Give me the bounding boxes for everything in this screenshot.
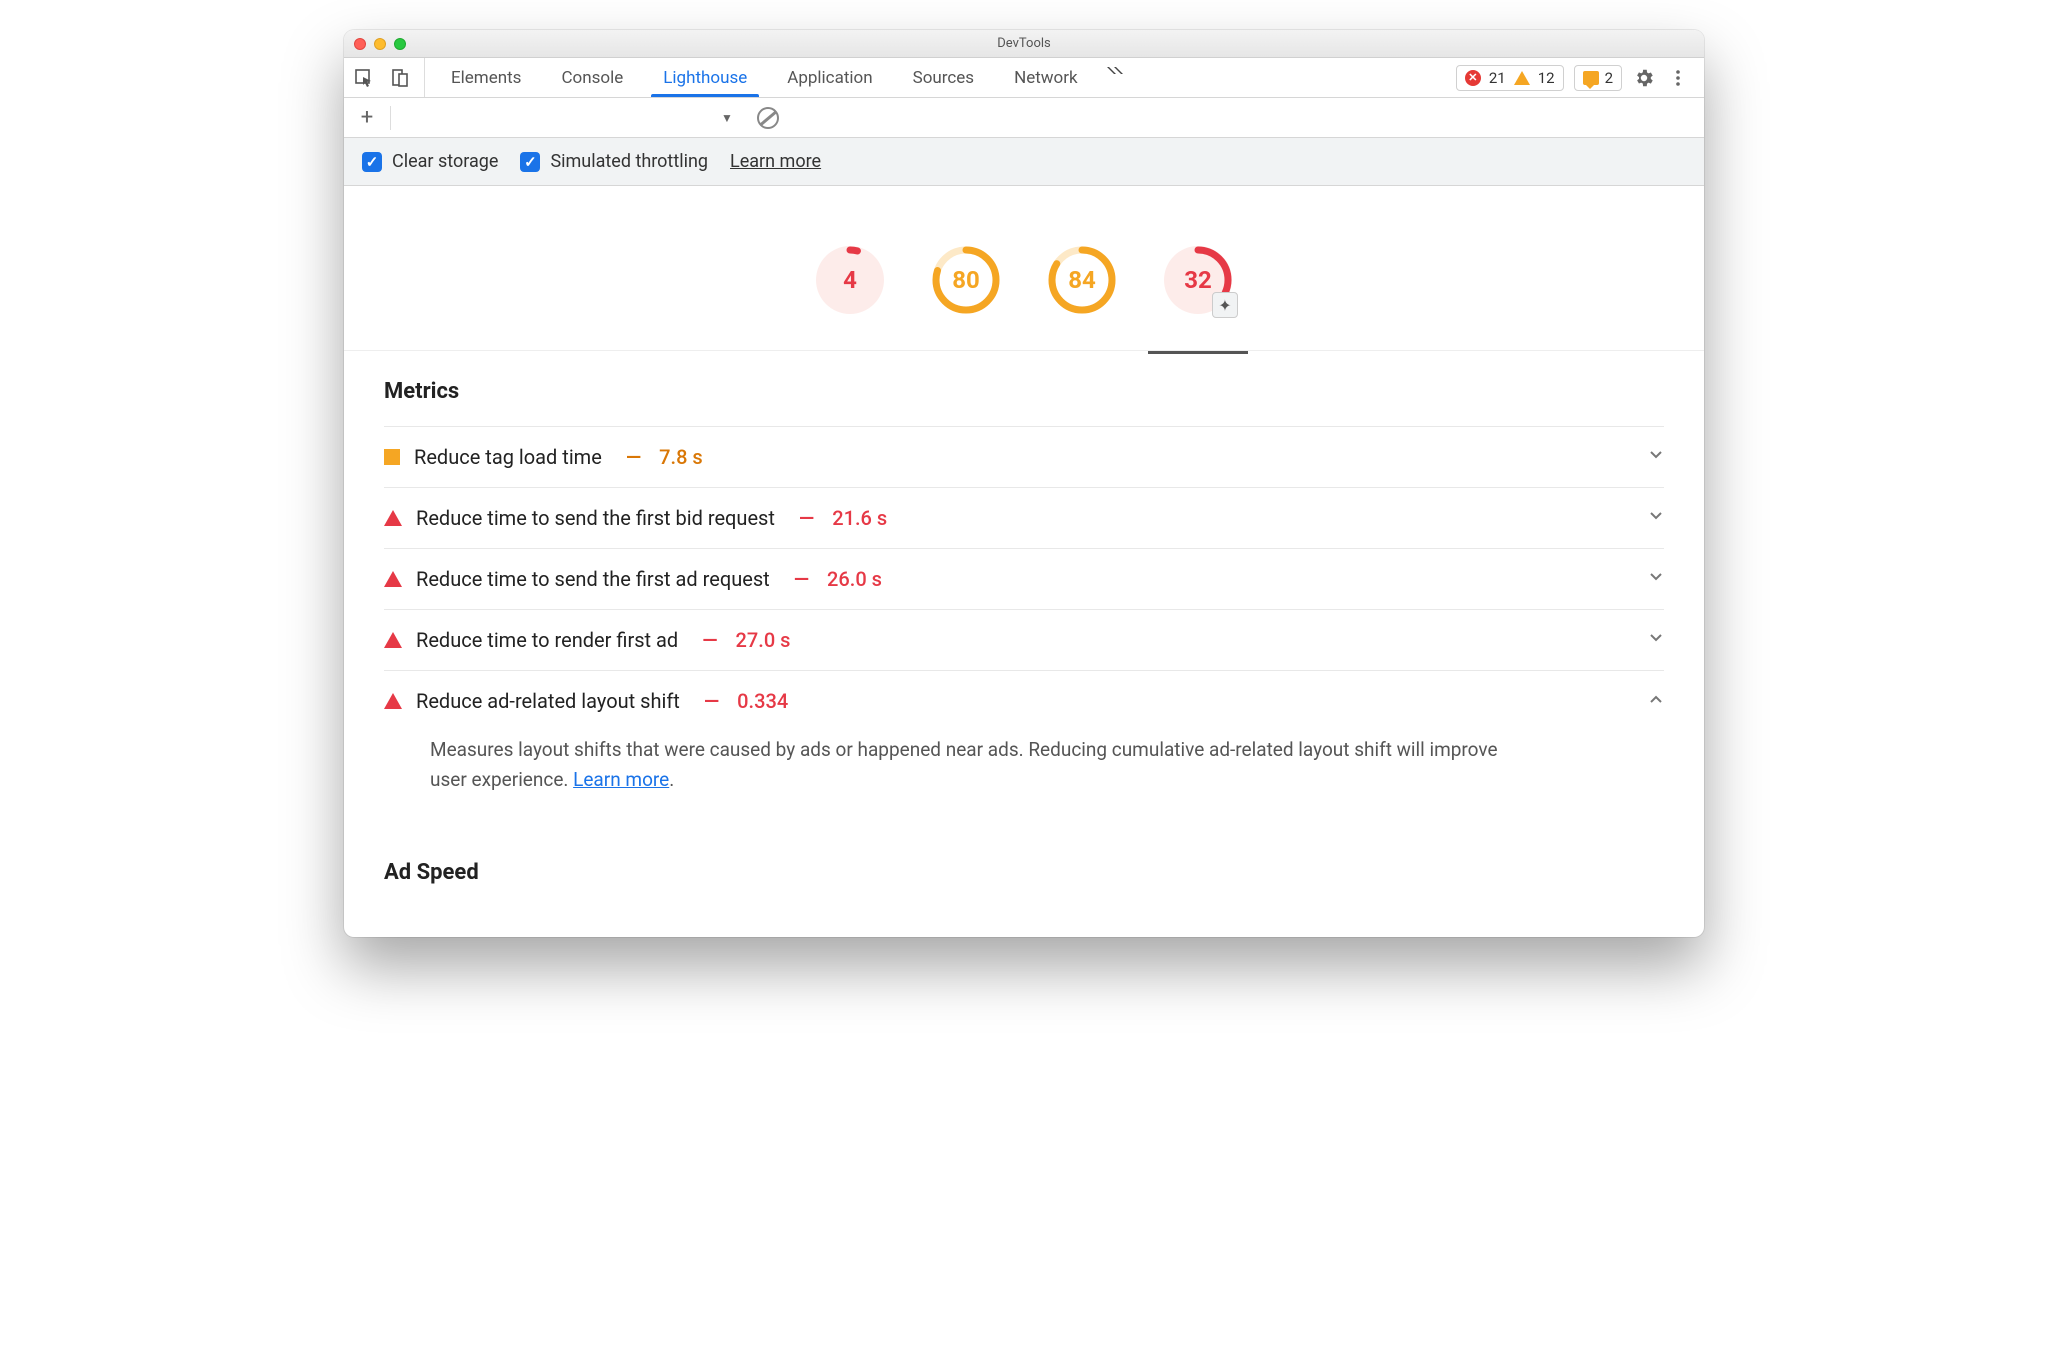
triangle-icon xyxy=(384,571,402,587)
clear-storage-label: Clear storage xyxy=(392,151,498,172)
issues-badge[interactable]: 2 xyxy=(1574,65,1622,91)
simulated-throttling-label: Simulated throttling xyxy=(550,151,708,172)
checkbox-checked-icon: ✓ xyxy=(362,152,382,172)
devtools-window: DevTools ElementsConsoleLighthouseApplic… xyxy=(344,30,1704,937)
window-title: DevTools xyxy=(344,36,1704,51)
warning-icon xyxy=(1514,71,1530,85)
gauge-score: 80 xyxy=(932,246,1000,314)
chevron-down-icon[interactable] xyxy=(1648,630,1664,651)
warning-count: 12 xyxy=(1538,69,1555,87)
chevron-up-icon[interactable] xyxy=(1648,691,1664,712)
inspect-element-icon[interactable] xyxy=(352,66,376,90)
checkbox-checked-icon: ✓ xyxy=(520,152,540,172)
gauge-2[interactable]: 84 xyxy=(1048,246,1116,314)
error-icon: ✕ xyxy=(1465,70,1481,86)
gauge-score: 84 xyxy=(1048,246,1116,314)
gauge-0[interactable]: 4 xyxy=(816,246,884,314)
metric-value: 27.0 s xyxy=(736,628,791,652)
triangle-icon xyxy=(384,510,402,526)
chevron-down-icon[interactable] xyxy=(1648,447,1664,468)
metric-value: 7.8 s xyxy=(659,445,703,469)
clear-icon[interactable] xyxy=(757,107,779,129)
tab-sources[interactable]: Sources xyxy=(893,58,994,97)
tab-elements[interactable]: Elements xyxy=(431,58,541,97)
metric-label: Reduce time to send the first bid reques… xyxy=(416,506,775,530)
metric-row[interactable]: Reduce time to render first ad—27.0 s xyxy=(384,609,1664,670)
ad-speed-heading: Ad Speed xyxy=(384,860,1664,885)
new-report-button[interactable]: + xyxy=(354,105,380,130)
settings-icon[interactable] xyxy=(1632,66,1656,90)
metric-description: Measures layout shifts that were caused … xyxy=(384,731,1504,820)
triangle-icon xyxy=(384,632,402,648)
more-options-icon[interactable] xyxy=(1666,66,1690,90)
report-scroll-area[interactable]: 4 80 84 32✦ Metrics Reduce tag load time—7.… xyxy=(344,186,1704,937)
tab-lighthouse[interactable]: Lighthouse xyxy=(643,58,767,97)
more-tabs-icon[interactable] xyxy=(1104,58,1128,82)
metric-value: 0.334 xyxy=(737,689,788,713)
score-gauges: 4 80 84 32✦ xyxy=(344,186,1704,351)
device-toggle-icon[interactable] xyxy=(388,66,412,90)
lighthouse-toolbar: + ▼ xyxy=(344,98,1704,138)
issues-count: 2 xyxy=(1605,69,1613,87)
gauge-1[interactable]: 80 xyxy=(932,246,1000,314)
learn-more-link[interactable]: Learn more xyxy=(730,151,821,172)
tab-application[interactable]: Application xyxy=(767,58,892,97)
lighthouse-options: ✓ Clear storage ✓ Simulated throttling L… xyxy=(344,138,1704,186)
metric-row[interactable]: Reduce time to send the first bid reques… xyxy=(384,487,1664,548)
error-count: 21 xyxy=(1489,69,1506,87)
triangle-icon xyxy=(384,693,402,709)
gauge-score: 4 xyxy=(816,246,884,314)
metric-value: 21.6 s xyxy=(832,506,887,530)
metric-row[interactable]: Reduce time to send the first ad request… xyxy=(384,548,1664,609)
metric-row[interactable]: Reduce tag load time—7.8 s xyxy=(384,426,1664,487)
metric-label: Reduce tag load time xyxy=(414,445,602,469)
tab-network[interactable]: Network xyxy=(994,58,1098,97)
learn-more-link[interactable]: Learn more xyxy=(573,768,669,791)
window-titlebar: DevTools xyxy=(344,30,1704,58)
simulated-throttling-checkbox[interactable]: ✓ Simulated throttling xyxy=(520,151,708,172)
metric-label: Reduce time to send the first ad request xyxy=(416,567,770,591)
metrics-heading: Metrics xyxy=(384,379,1664,404)
plugin-icon: ✦ xyxy=(1212,292,1238,318)
devtools-tabs-bar: ElementsConsoleLighthouseApplicationSour… xyxy=(344,58,1704,98)
metric-row[interactable]: Reduce ad-related layout shift—0.334 xyxy=(384,670,1664,731)
metric-label: Reduce time to render first ad xyxy=(416,628,678,652)
chevron-down-icon[interactable] xyxy=(1648,508,1664,529)
issues-icon xyxy=(1583,71,1599,85)
chevron-down-icon[interactable] xyxy=(1648,569,1664,590)
report-dropdown[interactable]: ▼ xyxy=(721,111,733,125)
metric-value: 26.0 s xyxy=(827,567,882,591)
metric-label: Reduce ad-related layout shift xyxy=(416,689,680,713)
square-icon xyxy=(384,449,400,465)
gauge-3[interactable]: 32✦ xyxy=(1164,246,1232,314)
console-errors-warnings-badge[interactable]: ✕ 21 12 xyxy=(1456,65,1564,91)
tab-console[interactable]: Console xyxy=(541,58,643,97)
clear-storage-checkbox[interactable]: ✓ Clear storage xyxy=(362,151,498,172)
